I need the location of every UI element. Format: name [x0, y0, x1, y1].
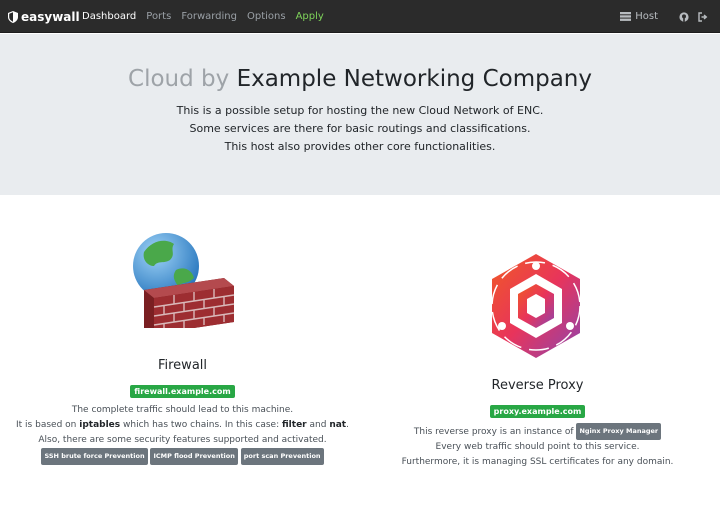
firewall-card: Firewall firewall.example.com The comple… [0, 230, 365, 465]
host-link[interactable]: Host [620, 11, 658, 22]
host-label: Host [635, 11, 658, 22]
nav-right: Host [620, 0, 708, 33]
nav-dashboard[interactable]: Dashboard [82, 11, 136, 22]
hero-line: This host also provides other core funct… [224, 140, 496, 153]
firewall-host-badge: firewall.example.com [130, 385, 235, 398]
logout-icon[interactable] [698, 11, 708, 22]
nav-options[interactable]: Options [247, 11, 286, 22]
firewall-description: The complete traffic should lead to this… [0, 403, 365, 465]
shield-icon [8, 10, 18, 23]
nginx-badge: Nginx Proxy Manager [576, 423, 662, 440]
proxy-description: This reverse proxy is an instance of Ngi… [355, 423, 720, 470]
brand[interactable]: easywall [8, 8, 80, 25]
proxy-title: Reverse Proxy [491, 378, 584, 393]
nav-ports[interactable]: Ports [146, 11, 171, 22]
hero-section: Cloud by Example Networking Company This… [0, 34, 720, 195]
hero-line: Some services are there for basic routin… [189, 122, 531, 135]
server-icon [620, 12, 632, 21]
github-icon[interactable] [679, 11, 689, 22]
reverse-proxy-card: Reverse Proxy proxy.example.com This rev… [355, 246, 720, 470]
proxy-host-badge: proxy.example.com [489, 405, 586, 418]
firewall-title: Firewall [157, 358, 208, 373]
firewall-icon [133, 233, 235, 328]
brand-name: easywall [21, 9, 80, 24]
feature-badge: SSH brute force Prevention [41, 448, 148, 465]
hero-title: Cloud by Example Networking Company [128, 66, 592, 92]
nav-apply[interactable]: Apply [296, 11, 324, 22]
hero-description: This is a possible setup for hosting the… [0, 102, 720, 156]
nav-forwarding[interactable]: Forwarding [181, 11, 237, 22]
feature-badge: ICMP flood Prevention [150, 448, 238, 465]
top-navbar: easywall Dashboard Ports Forwarding Opti… [0, 0, 720, 33]
main-nav: Dashboard Ports Forwarding Options Apply [82, 0, 334, 33]
hero-line: This is a possible setup for hosting the… [176, 104, 544, 117]
nginx-proxy-manager-logo-icon [491, 254, 581, 358]
feature-badge: port scan Prevention [240, 448, 324, 465]
firewall-tags: SSH brute force Prevention ICMP flood Pr… [0, 448, 365, 465]
